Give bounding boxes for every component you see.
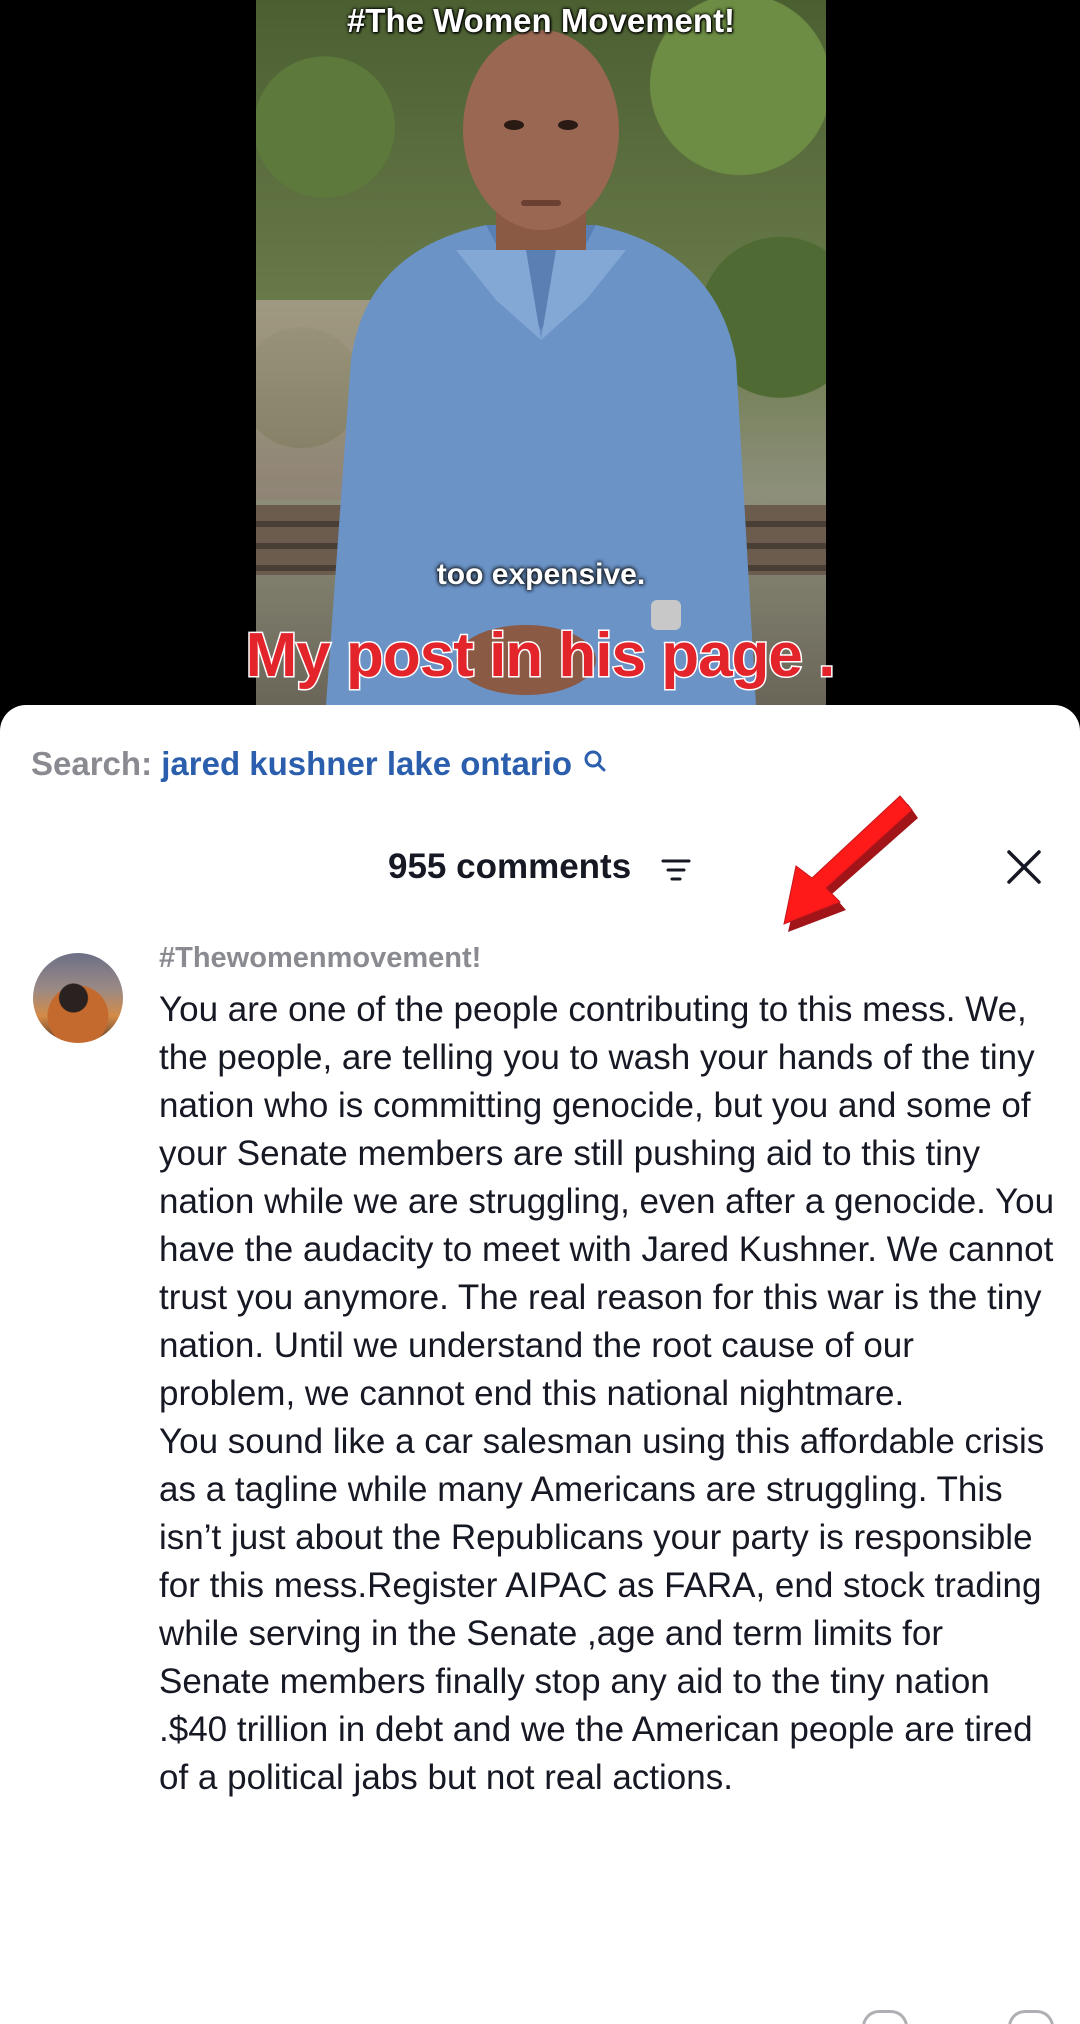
comment-paragraph: You are one of the people contributing t… [159,990,1055,1413]
search-suggestion[interactable]: Search: jared kushner lake ontario [31,745,607,783]
red-arrow-icon [783,795,918,932]
search-query-link[interactable]: jared kushner lake ontario [161,745,572,782]
avatar[interactable] [33,953,123,1043]
close-icon[interactable] [1004,847,1044,887]
screen: #The Women Movement! too expensive. My p… [0,0,1080,2024]
filter-icon[interactable] [660,855,692,885]
like-icon[interactable] [862,2010,908,2024]
search-icon [583,745,607,772]
video-caption: too expensive. [436,558,646,591]
comment-count: 955 comments [388,847,632,886]
video-player[interactable] [256,0,826,705]
comment-author[interactable]: #Thewomenmovement! [159,942,481,975]
annotation-title: My post in his page . [244,620,837,692]
search-prefix-label: Search: [31,745,153,782]
comment-paragraph: You sound like a car salesman using this… [159,1422,1045,1797]
reply-icon[interactable] [1008,2010,1054,2024]
comment-text: You are one of the people contributing t… [159,986,1059,1802]
video-hashtag-overlay: #The Women Movement! [346,2,736,39]
comment-actions [0,2010,1080,2024]
video-person [326,30,756,705]
